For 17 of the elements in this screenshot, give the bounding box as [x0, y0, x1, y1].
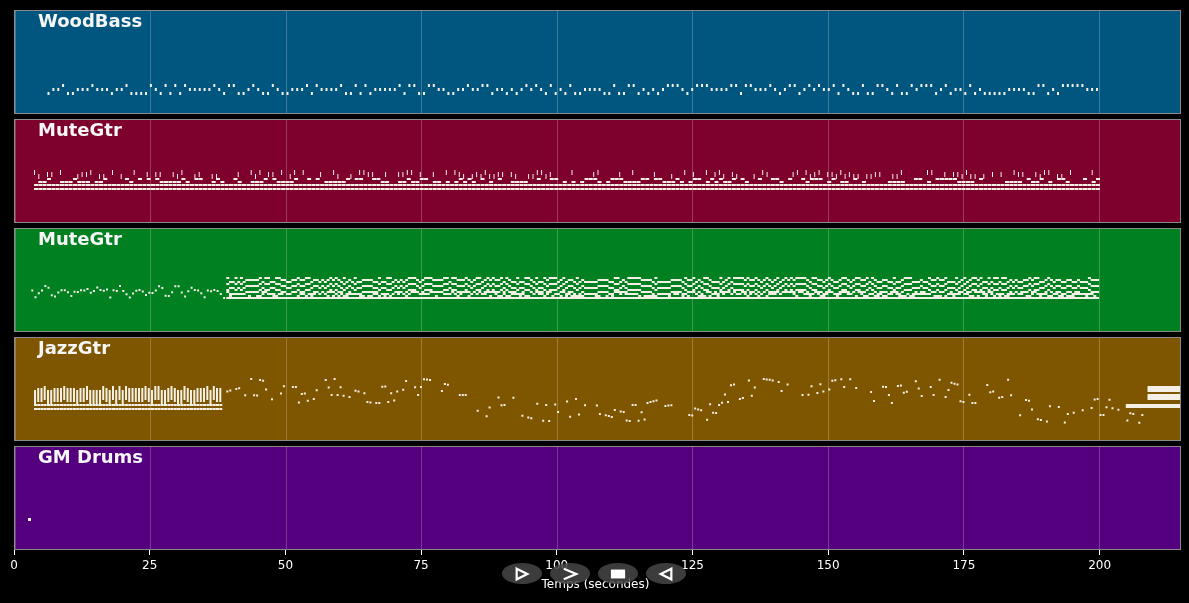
tick-label: 200 — [1088, 558, 1112, 572]
track-name: MuteGtr — [38, 229, 122, 249]
track-name: JazzGtr — [38, 338, 111, 358]
tick-label: 150 — [816, 558, 840, 572]
axis-title: Temps (secondes) — [541, 578, 650, 591]
tick-label: 125 — [681, 558, 704, 572]
tick-label: 175 — [952, 558, 976, 572]
tick-label: 75 — [413, 558, 429, 572]
tick-label: 25 — [142, 558, 158, 572]
tick-label: 0 — [10, 558, 18, 572]
track-name: GM Drums — [38, 447, 144, 467]
tick-label: 50 — [277, 558, 294, 572]
track-name: WoodBass — [38, 11, 143, 31]
tick-label: 100 — [545, 558, 569, 572]
play-button[interactable] — [502, 563, 542, 584]
track-name: MuteGtr — [38, 120, 122, 140]
piano-roll-drawing — [28, 518, 31, 521]
